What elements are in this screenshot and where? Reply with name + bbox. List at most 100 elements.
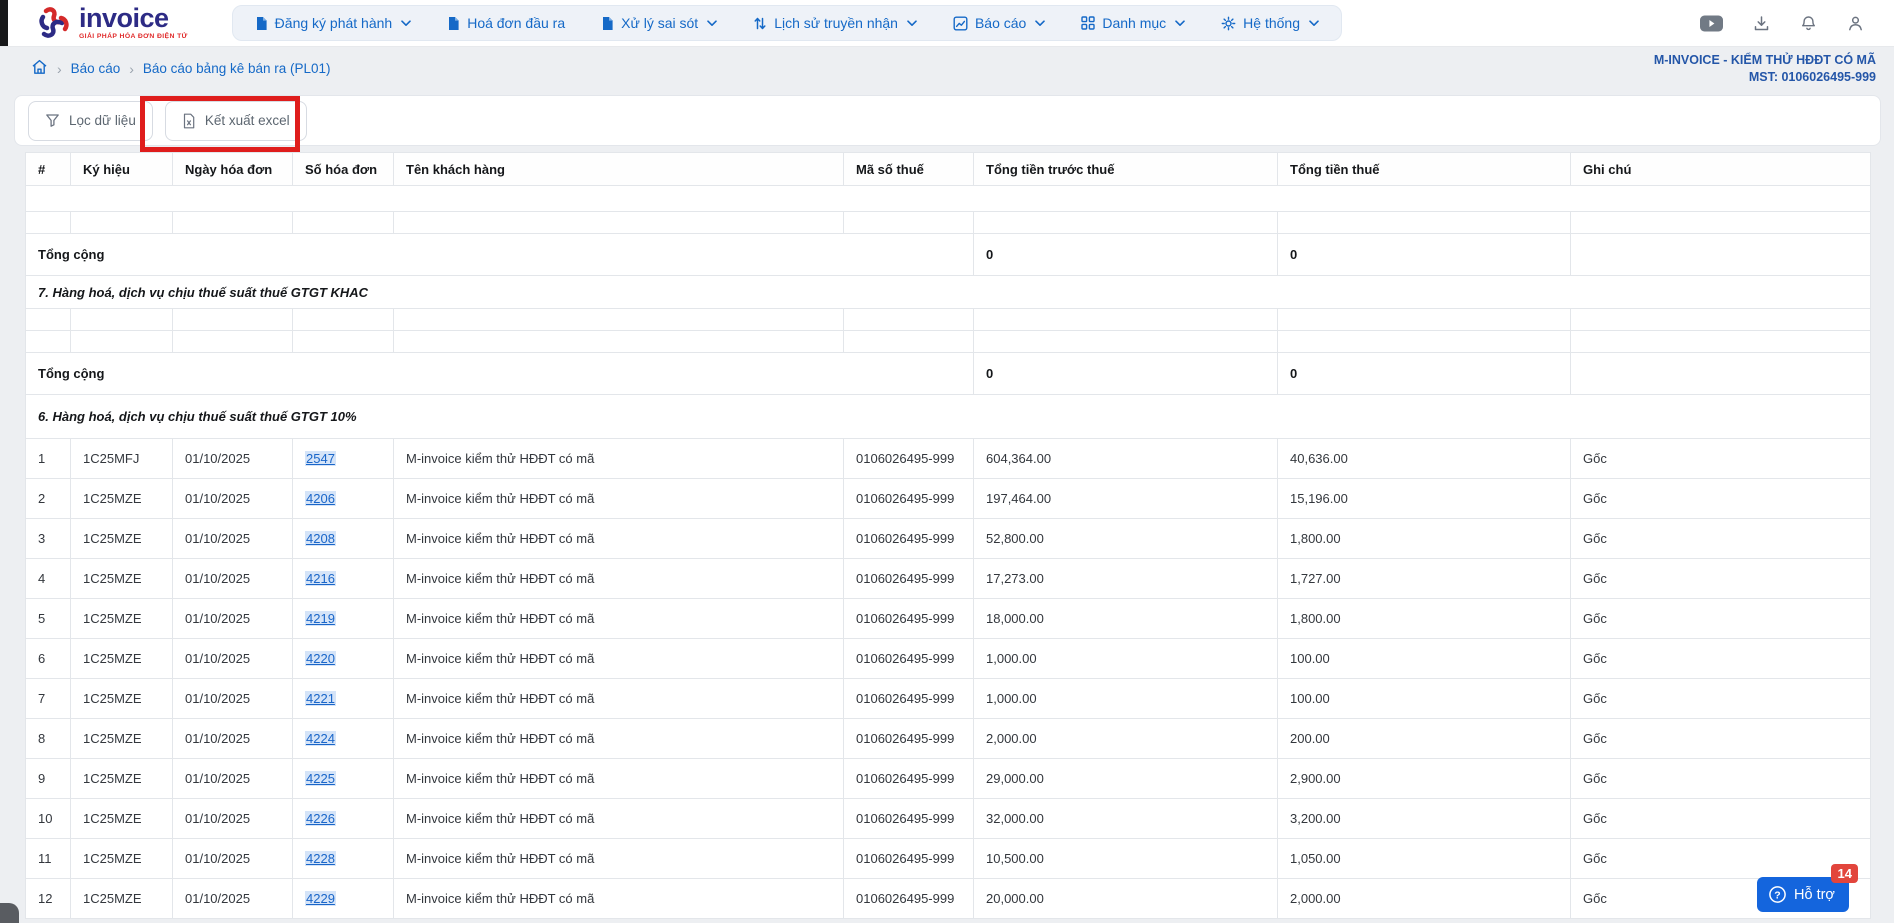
export-excel-button[interactable]: Kết xuất excel <box>164 100 307 141</box>
column-header-4: Tên khách hàng <box>393 152 844 186</box>
table-row: 2 1C25MZE 01/10/2025 4206 M-invoice kiểm thử… <box>25 478 1871 519</box>
table-row: 4 1C25MZE 01/10/2025 4216 M-invoice kiểm thử… <box>25 558 1871 599</box>
logo-tagline: GIẢI PHÁP HÓA ĐƠN ĐIỆN TỬ <box>79 33 188 41</box>
nav-item-1[interactable]: Đăng ký phát hành <box>255 15 412 31</box>
cell-ky-hieu: 1C25MZE <box>70 798 173 839</box>
nav-item-5[interactable]: Báo cáo <box>953 15 1046 31</box>
filter-data-button[interactable]: Lọc dữ liệu <box>28 100 153 141</box>
cell-ngay-hoa-don: 01/10/2025 <box>172 718 293 759</box>
invoice-number-link[interactable]: 4216 <box>305 571 336 586</box>
table-row: 10 1C25MZE 01/10/2025 4226 M-invoice kiểm th… <box>25 798 1871 839</box>
cell-so-hoa-don: 4225 <box>292 758 394 799</box>
download-icon[interactable] <box>1753 15 1770 32</box>
filter-icon <box>45 113 60 128</box>
home-icon[interactable] <box>31 59 48 78</box>
breadcrumb-bao-cao[interactable]: Báo cáo <box>71 61 121 76</box>
support-button[interactable]: ? Hỗ trợ 14 <box>1757 864 1858 912</box>
cell-ngay-hoa-don: 01/10/2025 <box>172 838 293 879</box>
chevron-down-icon <box>907 19 917 27</box>
total-pre-tax: 0 <box>973 233 1278 276</box>
cell-ghi-chu: Gốc <box>1570 598 1871 639</box>
nav-item-3[interactable]: Xử lý sai sót <box>601 15 717 31</box>
cell-tong-tien-truoc-thue: 1,000.00 <box>973 678 1278 719</box>
cell-ghi-chu: Gốc <box>1570 798 1871 839</box>
cell-ten-khach-hang: M-invoice kiểm thử HĐĐT có mã <box>393 558 844 599</box>
nav-item-label: Đăng ký phát hành <box>274 15 393 31</box>
cell-so-hoa-don: 4208 <box>292 518 394 559</box>
company-name: M-INVOICE - KIỂM THỬ HĐĐT CÓ MÃ <box>1653 52 1876 67</box>
cell-index: 4 <box>25 558 71 599</box>
cell-ky-hieu: 1C25MZE <box>70 598 173 639</box>
cell-tong-tien-truoc-thue: 20,000.00 <box>973 878 1278 919</box>
cell-ten-khach-hang: M-invoice kiểm thử HĐĐT có mã <box>393 798 844 839</box>
corner-overlay <box>0 903 19 923</box>
question-icon: ? <box>1768 885 1787 904</box>
invoice-number-link[interactable]: 4226 <box>305 811 336 826</box>
cell-ngay-hoa-don: 01/10/2025 <box>172 598 293 639</box>
invoice-number-link[interactable]: 4220 <box>305 651 336 666</box>
cell-index: 3 <box>25 518 71 559</box>
app-logo[interactable]: invoice GIẢI PHÁP HÓA ĐƠN ĐIỆN TỬ <box>36 5 188 41</box>
cell-ky-hieu: 1C25MZE <box>70 518 173 559</box>
invoice-number-link[interactable]: 4221 <box>305 691 336 706</box>
cell-ten-khach-hang: M-invoice kiểm thử HĐĐT có mã <box>393 598 844 639</box>
invoice-number-link[interactable]: 4208 <box>305 531 336 546</box>
cell-tong-tien-truoc-thue: 18,000.00 <box>973 598 1278 639</box>
cell-so-hoa-don: 4228 <box>292 838 394 879</box>
cell-tong-tien-thue: 1,727.00 <box>1277 558 1571 599</box>
cell-tong-tien-thue: 1,800.00 <box>1277 518 1571 559</box>
table-row: 11 1C25MZE 01/10/2025 4228 M-invoice kiểm th… <box>25 838 1871 879</box>
export-button-label: Kết xuất excel <box>204 113 290 128</box>
cell-ma-so-thue: 0106026495-999 <box>843 558 974 599</box>
invoice-number-link[interactable]: 2547 <box>305 451 336 466</box>
cell-ngay-hoa-don: 01/10/2025 <box>172 678 293 719</box>
invoice-number-link[interactable]: 4224 <box>305 731 336 746</box>
cell-tong-tien-truoc-thue: 17,273.00 <box>973 558 1278 599</box>
cell-tong-tien-thue: 1,050.00 <box>1277 838 1571 879</box>
cell-ma-so-thue: 0106026495-999 <box>843 598 974 639</box>
cell-index: 10 <box>25 798 71 839</box>
youtube-icon[interactable] <box>1700 15 1723 32</box>
nav-item-2[interactable]: Hoá đơn đầu ra <box>447 15 565 31</box>
invoice-number-link[interactable]: 4228 <box>305 851 336 866</box>
cell-ghi-chu: Gốc <box>1570 518 1871 559</box>
cell-ghi-chu: Gốc <box>1570 638 1871 679</box>
cell-tong-tien-thue: 3,200.00 <box>1277 798 1571 839</box>
report-toolbar: Lọc dữ liệu Kết xuất excel <box>14 95 1881 146</box>
breadcrumb-current-page[interactable]: Báo cáo bảng kê bán ra (PL01) <box>143 61 331 76</box>
invoice-number-link[interactable]: 4206 <box>305 491 336 506</box>
table-row: 9 1C25MZE 01/10/2025 4225 M-invoice kiểm thử… <box>25 758 1871 799</box>
cell-ten-khach-hang: M-invoice kiểm thử HĐĐT có mã <box>393 838 844 879</box>
chevron-down-icon <box>1175 19 1185 27</box>
section-title-row: 6. Hàng hoá, dịch vụ chịu thuế suất thuế… <box>25 394 1871 439</box>
browser-edge-strip <box>0 0 8 46</box>
cell-ten-khach-hang: M-invoice kiểm thử HĐĐT có mã <box>393 718 844 759</box>
cell-ten-khach-hang: M-invoice kiểm thử HĐĐT có mã <box>393 438 844 479</box>
column-header-1: Ký hiệu <box>70 152 173 186</box>
cell-ten-khach-hang: M-invoice kiểm thử HĐĐT có mã <box>393 478 844 519</box>
breadcrumb-bar: › Báo cáo › Báo cáo bảng kê bán ra (PL01… <box>0 47 1894 90</box>
column-header-2: Ngày hóa đơn <box>172 152 293 186</box>
cell-index: 9 <box>25 758 71 799</box>
empty-row <box>25 308 1871 331</box>
column-header-6: Tổng tiền trước thuế <box>973 152 1278 186</box>
cell-ky-hieu: 1C25MZE <box>70 878 173 919</box>
total-note <box>1570 233 1871 276</box>
nav-item-6[interactable]: Danh mục <box>1081 15 1185 31</box>
cell-ngay-hoa-don: 01/10/2025 <box>172 798 293 839</box>
chevron-down-icon <box>401 19 412 27</box>
svg-text:?: ? <box>1774 889 1780 901</box>
user-icon[interactable] <box>1847 15 1864 32</box>
invoice-number-link[interactable]: 4225 <box>305 771 336 786</box>
support-button-label: Hỗ trợ <box>1794 886 1835 903</box>
cell-ngay-hoa-don: 01/10/2025 <box>172 758 293 799</box>
section-total-row: Tổng cộng 0 0 <box>25 352 1871 395</box>
invoice-number-link[interactable]: 4219 <box>305 611 336 626</box>
cell-ma-so-thue: 0106026495-999 <box>843 678 974 719</box>
chevron-down-icon <box>707 19 717 27</box>
nav-item-7[interactable]: Hệ thống <box>1221 15 1319 31</box>
invoice-number-link[interactable]: 4229 <box>305 891 336 906</box>
nav-item-4[interactable]: Lịch sử truyền nhận <box>753 15 917 31</box>
bell-icon[interactable] <box>1800 15 1817 32</box>
cell-tong-tien-truoc-thue: 32,000.00 <box>973 798 1278 839</box>
